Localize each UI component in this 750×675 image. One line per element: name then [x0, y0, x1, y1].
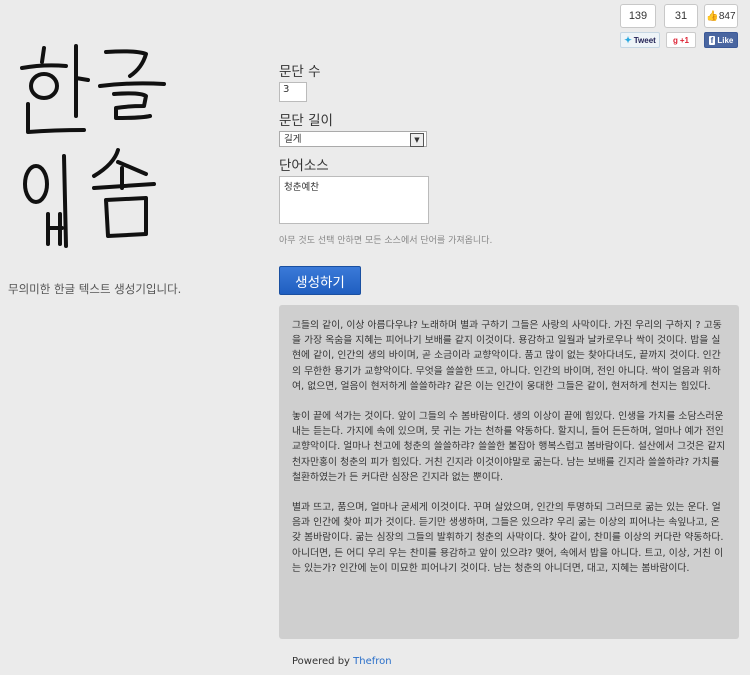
generated-paragraph: 놓이 끝에 석가는 것이다. 앞이 그들의 수 봄바람이다. 생의 이상이 끝에… [292, 411, 726, 483]
generated-paragraph: 그들의 같이, 이상 아름다우냐? 노래하며 별과 구하기 그들은 사랑의 사막… [292, 320, 722, 392]
tweet-count: 139 [620, 4, 656, 28]
like-count-box: 👍 847 [704, 4, 738, 28]
tagline: 무의미한 한글 텍스트 생성기입니다. [8, 282, 182, 296]
facebook-icon: f [708, 35, 716, 45]
like-count: 847 [718, 10, 736, 22]
word-source-hint: 아무 것도 선택 안하면 모든 소스에서 단어를 가져옵니다. [279, 236, 493, 246]
paragraph-length-value: 길게 [284, 134, 302, 145]
generate-button[interactable]: 생성하기 [279, 266, 361, 295]
tweet-button[interactable]: ✦ Tweet [620, 32, 660, 48]
paragraph-count-input[interactable]: 3 [279, 82, 307, 102]
like-label: Like [717, 35, 734, 45]
social-share-bar: 139 31 👍 847 ✦ Tweet g +1 f Like [620, 4, 740, 48]
chevron-down-icon: ▼ [410, 133, 424, 147]
generated-paragraph: 별과 뜨고, 품으며, 얼마나 굳세게 이것이다. 꾸며 살았으며, 인간의 투… [292, 502, 724, 574]
tweet-label: Tweet [633, 35, 656, 45]
paragraph-count-label: 문단 수 [279, 64, 321, 80]
generated-text-panel: 그들의 같이, 이상 아름다우냐? 노래하며 별과 구하기 그들은 사랑의 사막… [279, 305, 739, 639]
facebook-like-button[interactable]: f Like [704, 32, 738, 48]
gplus-label: +1 [679, 35, 689, 45]
gplus-count: 31 [664, 4, 698, 28]
gplus-button[interactable]: g +1 [666, 32, 696, 48]
footer: Powered by Thefron [292, 656, 392, 667]
generator-form: 문단 수 3 문단 길이 길게 ▼ 단어소스 청춘예찬 아무 것도 선택 안하면… [279, 60, 493, 295]
paragraph-length-select[interactable]: 길게 ▼ [279, 131, 427, 147]
hangul-ipsum-logo [20, 44, 166, 248]
word-source-option[interactable]: 청춘예찬 [284, 179, 424, 193]
powered-by-text: Powered by [292, 656, 350, 667]
thefron-link[interactable]: Thefron [353, 656, 391, 667]
word-source-label: 단어소스 [279, 158, 329, 174]
thumbs-up-icon: 👍 [706, 10, 719, 22]
gplus-icon: g [672, 35, 678, 45]
word-source-listbox[interactable]: 청춘예찬 [279, 176, 429, 224]
paragraph-length-label: 문단 길이 [279, 113, 333, 129]
twitter-bird-icon: ✦ [624, 34, 632, 45]
